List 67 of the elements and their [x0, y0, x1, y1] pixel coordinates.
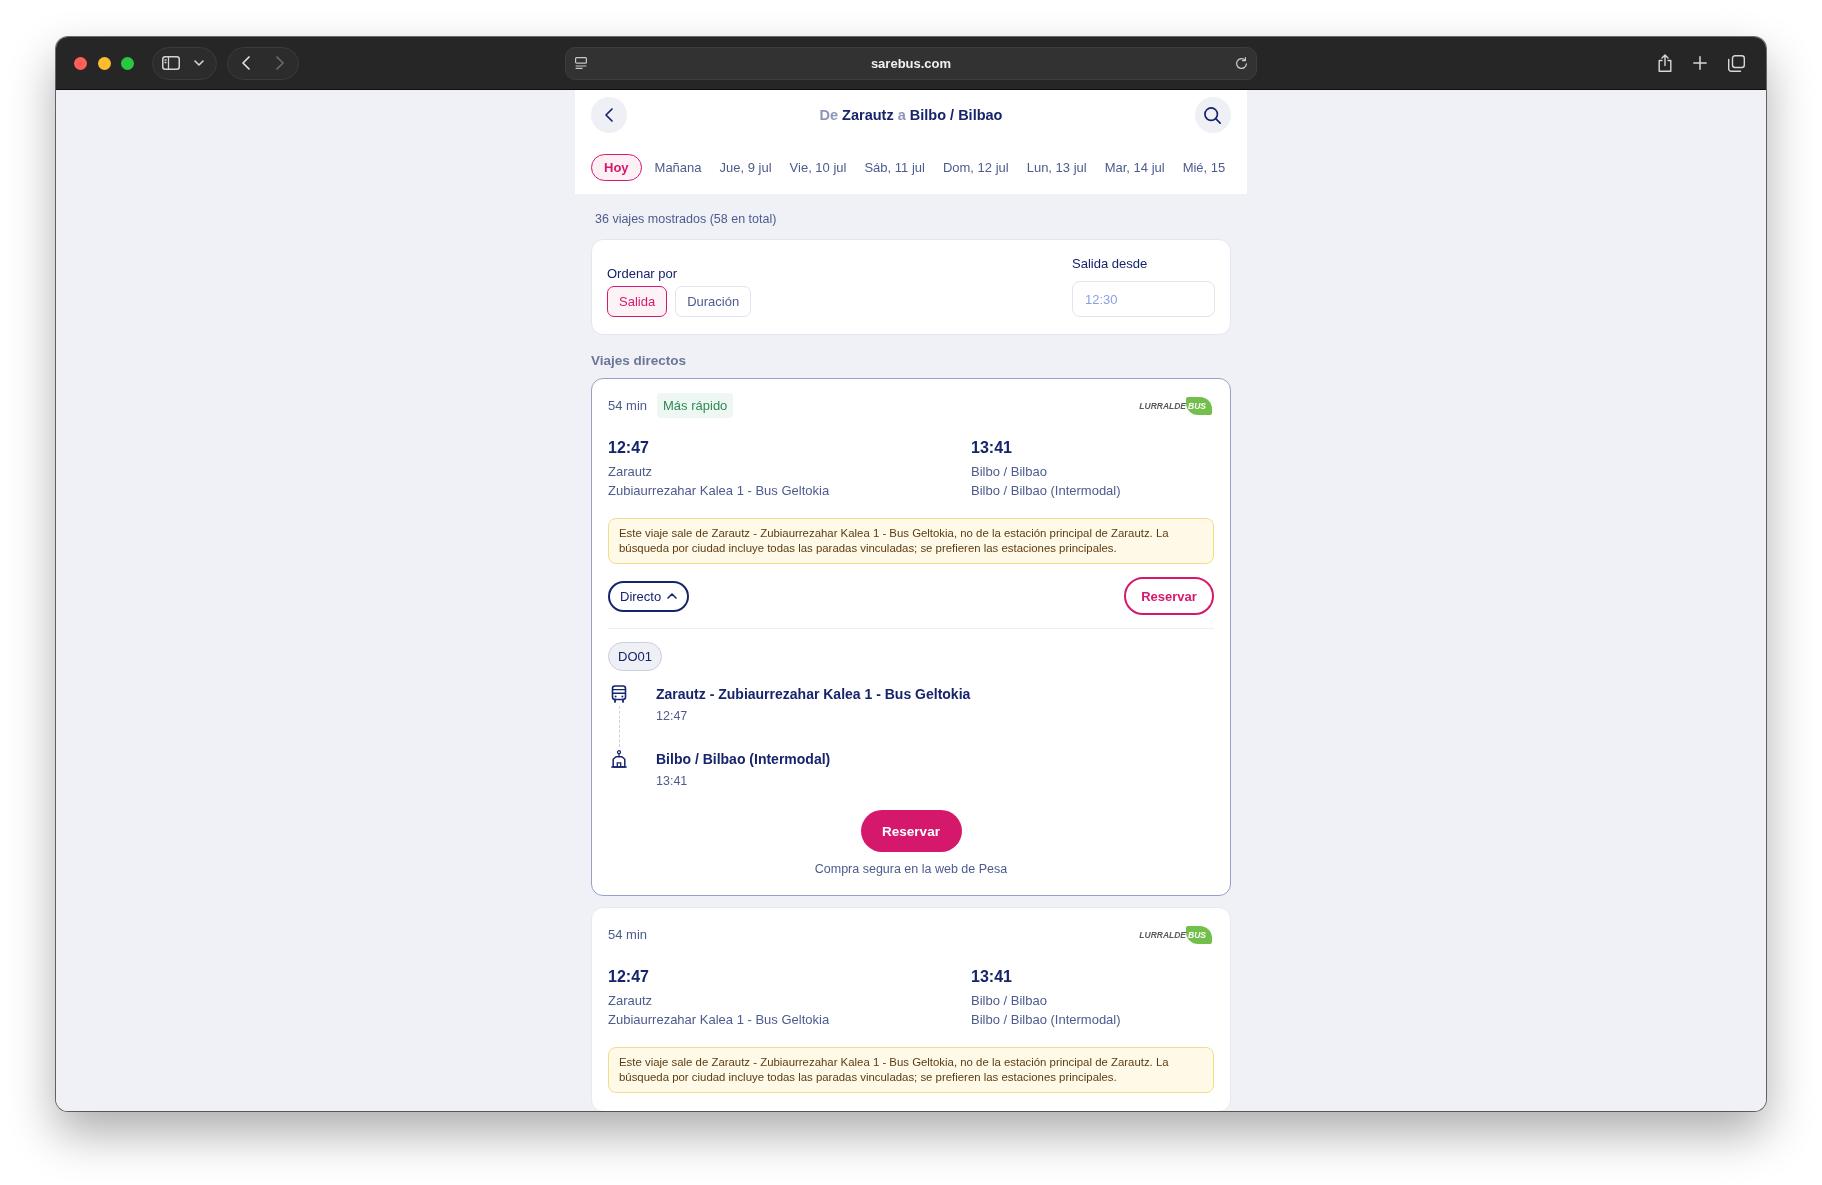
- chevron-down-icon: [194, 60, 204, 66]
- arrival-city: Bilbo / Bilbao: [971, 463, 1048, 481]
- trip-duration: 54 min: [608, 398, 648, 413]
- search-button[interactable]: [1195, 97, 1231, 133]
- route-code-tag: DO01: [608, 642, 662, 671]
- fullscreen-window-icon[interactable]: [121, 56, 134, 70]
- address-bar[interactable]: sarebus.com: [565, 46, 1257, 80]
- back-button[interactable]: [591, 97, 627, 133]
- warning-notice: Este viaje sale de Zarautz - Zubiaurrezahar Kalea 1 - Bus Geltokia, no de la estación principal de Zarautz. La búsqueda por ciudad incluye todas las paradas vinculadas; se prefieren las estaciones principales.: [608, 518, 1214, 564]
- book-button[interactable]: Reservar: [1124, 577, 1214, 615]
- tabs-icon[interactable]: [1728, 54, 1745, 72]
- stop-name: Zarautz - Zubiaurrezahar Kalea 1 - Bus Geltokia: [656, 685, 971, 704]
- stop-time: 12:47: [656, 708, 689, 725]
- minimize-window-icon[interactable]: [97, 56, 111, 70]
- sort-option[interactable]: Duración: [675, 286, 752, 317]
- bus-icon: [611, 685, 627, 703]
- section-heading: Viajes directos: [591, 353, 688, 369]
- page-icon[interactable]: [575, 57, 587, 69]
- departure-filter-label: Salida desde: [1072, 256, 1149, 272]
- arrival-city: Bilbo / Bilbao: [971, 992, 1048, 1010]
- back-icon[interactable]: [242, 56, 250, 70]
- reload-icon[interactable]: [1235, 56, 1248, 70]
- chevron-left-icon: [605, 108, 613, 122]
- route-connector: [618, 706, 620, 747]
- date-tab[interactable]: Mié, 15: [1173, 154, 1235, 181]
- arrival-station: Bilbo / Bilbao (Intermodal): [971, 1011, 1122, 1029]
- date-tab[interactable]: Hoy: [591, 154, 642, 181]
- date-tab[interactable]: Mañana: [645, 154, 711, 181]
- departure-station: Zubiaurrezahar Kalea 1 - Bus Geltokia: [608, 1011, 831, 1029]
- date-tab[interactable]: Mar, 14 jul: [1095, 154, 1174, 181]
- sort-label: Ordenar por: [607, 266, 679, 282]
- date-tab[interactable]: Dom, 12 jul: [933, 154, 1018, 181]
- sidebar-icon: [162, 56, 180, 70]
- departure-station: Zubiaurrezahar Kalea 1 - Bus Geltokia: [608, 482, 831, 500]
- departure-time: 12:47: [608, 438, 650, 458]
- stop-name: Bilbo / Bilbao (Intermodal): [656, 750, 831, 769]
- stop-time: 13:41: [656, 773, 689, 790]
- date-tab[interactable]: Vie, 10 jul: [780, 154, 856, 181]
- trip-duration: 54 min: [608, 927, 648, 942]
- operator-logo: LURRALDE BUS: [1139, 925, 1212, 944]
- departure-city: Zarautz: [608, 992, 654, 1010]
- sort-option[interactable]: Salida: [607, 286, 668, 317]
- search-icon: [1204, 106, 1222, 124]
- warning-notice: Este viaje sale de Zarautz - Zubiaurrezahar Kalea 1 - Bus Geltokia, no de la estación principal de Zarautz. La búsqueda por ciudad incluye todas las paradas vinculadas; se prefieren las estaciones principales.: [608, 1047, 1214, 1093]
- building-icon: [611, 750, 627, 768]
- details-toggle[interactable]: Directo: [608, 580, 690, 612]
- arrival-time: 13:41: [971, 438, 1013, 458]
- forward-icon[interactable]: [276, 56, 284, 70]
- url-text: sarebus.com: [869, 55, 953, 71]
- arrival-time: 13:41: [971, 967, 1013, 987]
- share-icon[interactable]: [1658, 54, 1672, 72]
- date-tab[interactable]: Sáb, 11 jul: [855, 154, 934, 181]
- departure-time: 12:47: [608, 967, 650, 987]
- operator-logo: LURRALDE BUS: [1139, 396, 1212, 415]
- departure-city: Zarautz: [608, 463, 654, 481]
- results-count: 36 viajes mostrados (58 en total): [595, 212, 778, 227]
- date-tab[interactable]: Lun, 13 jul: [1017, 154, 1096, 181]
- sidebar-button[interactable]: [152, 46, 217, 80]
- arrival-station: Bilbo / Bilbao (Intermodal): [971, 482, 1122, 500]
- book-button[interactable]: Reservar: [860, 810, 962, 852]
- fastest-tag: Más rápido: [657, 393, 734, 418]
- chevron-up-icon: [667, 593, 678, 599]
- route-title: De Zarautz a Bilbo / Bilbao: [819, 107, 1003, 123]
- close-window-icon[interactable]: [74, 56, 87, 70]
- new-tab-icon[interactable]: [1693, 56, 1707, 70]
- date-tab[interactable]: Jue, 9 jul: [710, 154, 781, 181]
- secure-purchase-note: Compra segura en la web de Pesa: [814, 862, 1008, 877]
